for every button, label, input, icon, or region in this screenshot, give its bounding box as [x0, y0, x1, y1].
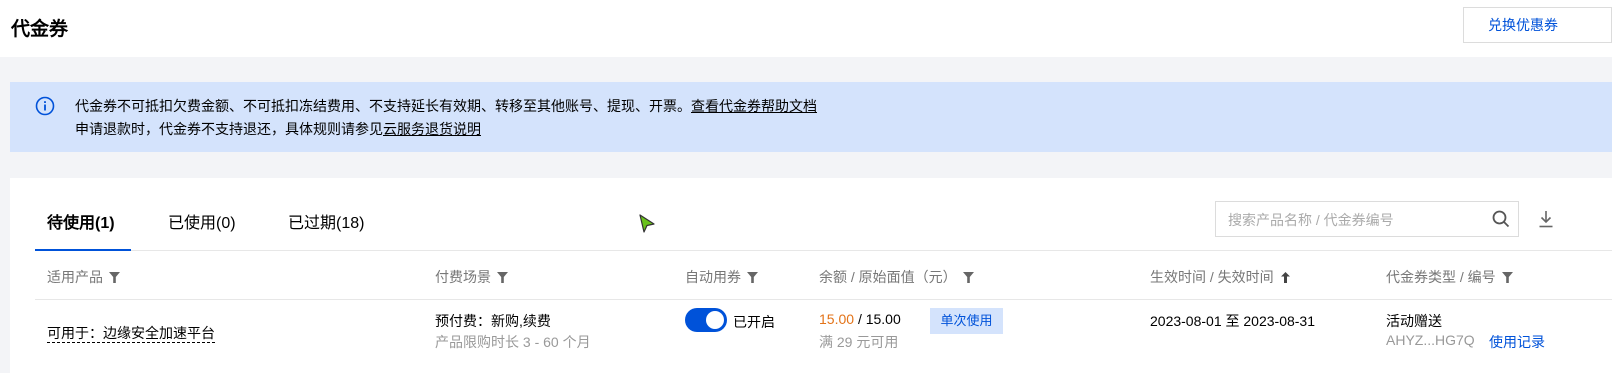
- auto-use-status: 已开启: [733, 314, 775, 330]
- original-value: / 15.00: [857, 311, 901, 327]
- usage-record-link[interactable]: 使用记录: [1489, 332, 1545, 352]
- column-header-time[interactable]: 生效时间 / 失效时间: [1150, 267, 1291, 287]
- search-icon[interactable]: [1492, 210, 1510, 228]
- table-cell-period: 2023-08-01 至 2023-08-31: [1150, 313, 1316, 329]
- active-tab-indicator: [35, 249, 131, 251]
- table-cell-product[interactable]: 可用于：边缘安全加速平台: [47, 323, 215, 343]
- column-header-scene[interactable]: 付费场景: [435, 267, 508, 287]
- column-label-product: 适用产品: [47, 269, 103, 285]
- column-label-amount: 余额 / 原始面值（元）: [819, 269, 957, 285]
- column-label-time: 生效时间 / 失效时间: [1150, 269, 1274, 285]
- column-label-auto-use: 自动用券: [685, 269, 741, 285]
- filter-icon[interactable]: [1501, 271, 1513, 283]
- redeem-coupon-button[interactable]: 兑换优惠券: [1463, 7, 1612, 43]
- refund-policy-link[interactable]: 云服务退货说明: [383, 121, 481, 137]
- usage-badge: 单次使用: [930, 308, 1003, 334]
- notice-text-2: 申请退款时，代金券不支持退还，具体规则请参见: [75, 121, 383, 137]
- search-input[interactable]: [1226, 202, 1480, 238]
- table-cell-scene: 预付费：新购,续费: [435, 313, 551, 329]
- filter-icon[interactable]: [109, 271, 120, 283]
- page-title: 代金券: [11, 19, 69, 40]
- column-label-scene: 付费场景: [435, 269, 491, 285]
- info-notice: 代金券不可抵扣欠费金额、不可抵扣冻结费用、不支持延长有效期、转移至其他账号、提现…: [10, 82, 1612, 152]
- table-header: 适用产品 付费场景 自动用券 余额 / 原始面值（元） 生效时间 / 失效时间 …: [35, 252, 1612, 300]
- tab-pending[interactable]: 待使用(1): [47, 209, 115, 233]
- help-doc-link[interactable]: 查看代金券帮助文档: [691, 98, 817, 114]
- filter-icon[interactable]: [497, 271, 508, 283]
- top-bar: 代金券 兑换优惠券: [0, 0, 1612, 57]
- table-cell-type: 活动赠送: [1386, 313, 1442, 329]
- usage-condition: 满 29 元可用: [819, 334, 899, 350]
- balance-value: 15.00: [819, 311, 855, 327]
- column-header-type[interactable]: 代金券类型 / 编号: [1386, 267, 1513, 287]
- table-cell-amount: 15.00 / 15.00: [819, 311, 901, 327]
- search-box: [1215, 201, 1519, 238]
- notice-text-1: 代金券不可抵扣欠费金额、不可抵扣冻结费用、不支持延长有效期、转移至其他账号、提现…: [75, 98, 691, 114]
- tab-expired[interactable]: 已过期(18): [288, 209, 364, 233]
- download-icon[interactable]: [1538, 210, 1554, 228]
- product-name[interactable]: 可用于：边缘安全加速平台: [47, 325, 215, 343]
- mouse-cursor-icon: [639, 214, 655, 233]
- filter-icon[interactable]: [962, 271, 974, 283]
- column-header-amount[interactable]: 余额 / 原始面值（元）: [819, 267, 974, 287]
- table-cell-scene-limit: 产品限购时长 3 - 60 个月: [435, 334, 591, 350]
- column-header-product[interactable]: 适用产品: [47, 267, 120, 287]
- coupon-card: 待使用(1) 已使用(0) 已过期(18) 适用产品 付费场景 自动用券 余额 …: [10, 178, 1612, 373]
- notice-line-2: 申请退款时，代金券不支持退还，具体规则请参见云服务退货说明: [75, 119, 481, 139]
- filter-icon[interactable]: [747, 271, 758, 283]
- tab-used[interactable]: 已使用(0): [168, 209, 236, 233]
- info-icon: [35, 96, 55, 116]
- column-header-auto-use[interactable]: 自动用券: [685, 267, 758, 287]
- column-label-type: 代金券类型 / 编号: [1386, 269, 1496, 285]
- auto-use-toggle[interactable]: [685, 308, 727, 332]
- sort-ascending-icon[interactable]: [1280, 271, 1291, 283]
- coupon-code: AHYZ...HG7Q: [1386, 332, 1475, 348]
- toggle-knob: [706, 311, 724, 329]
- notice-line-1: 代金券不可抵扣欠费金额、不可抵扣冻结费用、不支持延长有效期、转移至其他账号、提现…: [75, 96, 817, 116]
